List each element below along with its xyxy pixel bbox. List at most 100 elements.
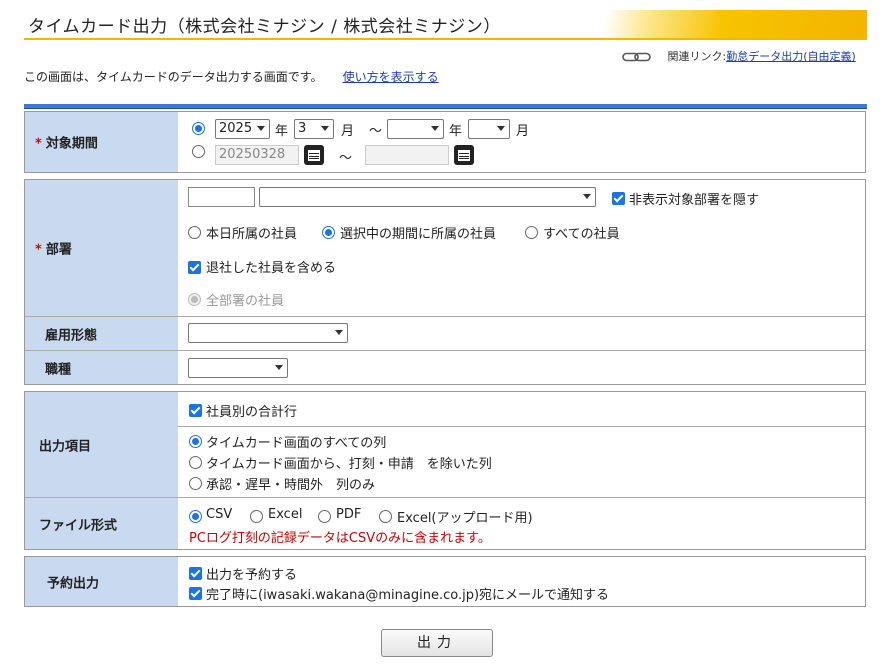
include-retired-checkbox[interactable] — [188, 261, 201, 274]
to-year-unit-label: 年 — [449, 124, 463, 139]
employment-type-select[interactable] — [188, 323, 348, 343]
period-date-radio[interactable] — [192, 145, 205, 158]
approval-columns-radio[interactable] — [189, 477, 202, 490]
date-from-input[interactable]: 20250328 — [215, 145, 299, 165]
excel-upload-radio[interactable] — [379, 510, 392, 523]
job-type-select[interactable] — [188, 358, 288, 378]
reserve-row: 予約出力 出力を予約する 完了時に(iwasaki.wakana@minagin… — [25, 557, 865, 606]
period-tilde: ～ — [369, 124, 383, 139]
title-bar: タイムカード出力（株式会社ミナジン / 株式会社ミナジン） — [24, 10, 867, 40]
output-items-label-cell: 出力項目 — [25, 392, 178, 497]
required-mark: * — [35, 242, 42, 258]
today-employees-radio[interactable] — [188, 226, 201, 239]
title-swoosh-decoration — [547, 10, 867, 38]
period-label-cell: * 対象期間 — [25, 112, 178, 172]
reserve-section: 予約出力 出力を予約する 完了時に(iwasaki.wakana@minagin… — [24, 556, 866, 607]
csv-label: CSV — [206, 507, 233, 522]
department-label: 部署 — [45, 242, 72, 258]
pdf-radio[interactable] — [318, 510, 331, 523]
output-items-value-cell: 社員別の合計行 タイムカード画面のすべての列 タイムカード画面から、打刻・申請 … — [178, 392, 865, 497]
to-month-select[interactable] — [468, 119, 510, 139]
date-from-calendar-icon[interactable] — [304, 145, 324, 165]
page-title: タイムカード出力（株式会社ミナジン / 株式会社ミナジン） — [28, 17, 501, 37]
date-to-input[interactable] — [365, 145, 449, 165]
employment-row: 雇用形態 — [25, 316, 865, 350]
file-format-label: ファイル形式 — [39, 518, 118, 533]
reserve-output-checkbox[interactable] — [189, 567, 202, 580]
email-notify-checkbox[interactable] — [189, 587, 202, 600]
period-employees-label: 選択中の期間に所属の社員 — [340, 227, 497, 242]
employee-total-row-label: 社員別の合計行 — [206, 405, 298, 420]
department-code-input[interactable] — [188, 187, 255, 207]
email-notify-label: 完了時に(iwasaki.wakana@minagine.co.jp)宛にメール… — [206, 588, 610, 603]
intro-text: この画面は、タイムカードのデータ出力する画面です。 — [24, 70, 323, 84]
jobtype-label-cell: 職種 — [25, 351, 178, 384]
related-links-label: 関連リンク: — [667, 50, 727, 63]
from-year-value: 2025 — [219, 121, 253, 136]
hide-hidden-departments-checkbox[interactable] — [612, 192, 625, 205]
show-help-link[interactable]: 使い方を表示する — [343, 70, 439, 84]
department-select[interactable] — [259, 187, 596, 207]
exclude-stamp-columns-radio[interactable] — [189, 456, 202, 469]
date-tilde: ～ — [339, 151, 353, 166]
from-month-select[interactable]: 3 — [294, 119, 334, 139]
excel-radio[interactable] — [250, 510, 263, 523]
chain-link-icon — [622, 52, 651, 62]
employment-label: 雇用形態 — [45, 328, 98, 343]
intro: この画面は、タイムカードのデータ出力する画面です。 使い方を表示する — [24, 68, 439, 85]
output-button[interactable]: 出力 — [381, 629, 493, 657]
from-year-select[interactable]: 2025 — [215, 119, 270, 139]
period-month-radio[interactable] — [192, 122, 205, 135]
period-row: * 対象期間 2025 年 3 月 ～ 年 月 20250328 ～ — [25, 112, 865, 172]
period-label: 対象期間 — [45, 136, 98, 152]
employment-label-cell: 雇用形態 — [25, 317, 178, 350]
reserve-label-cell: 予約出力 — [25, 557, 178, 606]
month-unit-label: 月 — [341, 124, 355, 139]
excel-upload-label: Excel(アップロード用) — [397, 511, 533, 526]
date-to-calendar-icon[interactable] — [454, 145, 474, 165]
output-items-label: 出力項目 — [39, 439, 92, 454]
from-month-value: 3 — [298, 121, 307, 136]
reserve-output-label: 出力を予約する — [206, 568, 298, 583]
file-format-label-cell: ファイル形式 — [25, 498, 178, 549]
jobtype-row: 職種 — [25, 350, 865, 384]
period-employees-radio[interactable] — [322, 226, 335, 239]
excel-label: Excel — [268, 507, 303, 522]
to-year-select[interactable] — [387, 119, 444, 139]
output-section: 出力項目 社員別の合計行 タイムカード画面のすべての列 タイムカード画面から、打… — [24, 391, 866, 550]
form-top-rule — [24, 104, 867, 109]
department-value-cell: 非表示対象部署を隠す 本日所属の社員 選択中の期間に所属の社員 すべての社員 退… — [178, 180, 865, 316]
department-row: * 部署 非表示対象部署を隠す 本日所属の社員 選択中の期間に所属の社員 すべての… — [25, 180, 865, 316]
approval-columns-label: 承認・遅早・時間外 列のみ — [206, 478, 376, 493]
csv-note: PCログ打刻の記録データはCSVのみに含まれます。 — [189, 531, 491, 546]
jobtype-label: 職種 — [45, 362, 72, 377]
department-label-cell: * 部署 — [25, 180, 178, 316]
hide-hidden-departments-label: 非表示対象部署を隠す — [629, 193, 760, 208]
all-employees-radio[interactable] — [525, 226, 538, 239]
all-columns-radio[interactable] — [189, 435, 202, 448]
reserve-value-cell: 出力を予約する 完了時に(iwasaki.wakana@minagine.co.… — [178, 557, 865, 606]
employment-value-cell — [178, 317, 865, 350]
employee-total-row-checkbox[interactable] — [189, 404, 202, 417]
output-items-row: 出力項目 社員別の合計行 タイムカード画面のすべての列 タイムカード画面から、打… — [25, 392, 865, 497]
all-columns-label: タイムカード画面のすべての列 — [206, 436, 387, 451]
exclude-stamp-columns-label: タイムカード画面から、打刻・申請 を除いた列 — [206, 457, 492, 472]
all-departments-label: 全部署の社員 — [206, 294, 285, 309]
all-departments-radio — [188, 293, 201, 306]
file-format-value-cell: CSV Excel PDF Excel(アップロード用) PCログ打刻の記録デー… — [178, 498, 865, 549]
output-items-divider — [178, 426, 865, 427]
period-value-cell: 2025 年 3 月 ～ 年 月 20250328 ～ — [178, 112, 865, 172]
year-unit-label: 年 — [275, 124, 289, 139]
free-definition-export-link[interactable]: 勤怠データ出力(自由定義) — [726, 50, 856, 63]
today-employees-label: 本日所属の社員 — [206, 227, 298, 242]
required-mark: * — [35, 136, 42, 152]
period-section: * 対象期間 2025 年 3 月 ～ 年 月 20250328 ～ — [24, 111, 866, 173]
file-format-row: ファイル形式 CSV Excel PDF Excel(アップロード用) PCログ… — [25, 497, 865, 549]
all-employees-label: すべての社員 — [543, 227, 620, 242]
department-section: * 部署 非表示対象部署を隠す 本日所属の社員 選択中の期間に所属の社員 すべての… — [24, 179, 866, 385]
reserve-label: 予約出力 — [47, 576, 100, 591]
jobtype-value-cell — [178, 351, 865, 384]
csv-radio[interactable] — [189, 510, 202, 523]
to-month-unit-label: 月 — [516, 124, 530, 139]
related-links: 関連リンク:勤怠データ出力(自由定義) — [622, 48, 856, 64]
